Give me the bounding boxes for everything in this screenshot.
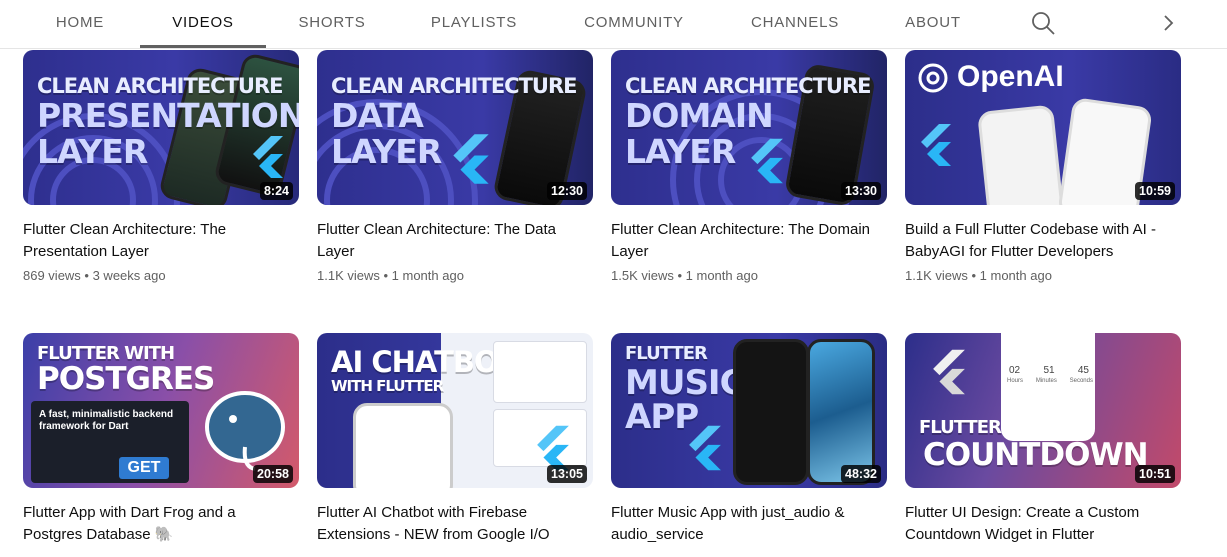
video-title[interactable]: Flutter Clean Architecture: The Presenta… [23,219,285,263]
countdown-values: 02 51 45 [1009,365,1089,376]
video-card[interactable]: FLUTTER WITH POSTGRES A fast, minimalist… [23,333,299,546]
thumb-line: LAYER [625,132,736,171]
video-thumbnail[interactable]: CLEAN ARCHITECTURE PRESENTATION LAYER 8:… [23,50,299,205]
thumb-line: PRESENTATION [37,96,299,135]
upload-age: 1 month ago [685,268,758,283]
thumb-line: DATA [331,96,424,135]
video-card[interactable]: FLUTTER MUSIC APP 48:32 Flutter Music Ap… [611,333,887,546]
get-button: GET [119,457,169,479]
openai-logo-icon [918,63,948,93]
view-count: 1.5K views [611,268,674,283]
phone-mockup [807,339,875,485]
upload-age: 1 month ago [979,268,1052,283]
upload-age: 3 weeks ago [92,268,166,283]
thumb-line: CLEAN ARCHITECTURE [37,74,283,98]
tab-shorts[interactable]: SHORTS [286,0,378,46]
thumb-line: FLUTTER [625,343,708,364]
duration-badge: 10:51 [1135,465,1175,483]
video-card[interactable]: 02 51 45 Hours Minutes Seconds FLUTTER C… [905,333,1181,546]
video-card[interactable]: AI CHATBOT WITH FLUTTER 13:05 Flutter AI… [317,333,593,546]
video-card[interactable]: CLEAN ARCHITECTURE DOMAIN LAYER 13:30 Fl… [611,50,887,283]
channel-tab-bar: HOME VIDEOS SHORTS PLAYLISTS COMMUNITY C… [0,0,1227,49]
thumb-line: CLEAN ARCHITECTURE [625,74,871,98]
thumb-line: WITH FLUTTER [331,377,444,395]
postgres-elephant-icon [205,391,285,471]
video-thumbnail[interactable]: CLEAN ARCHITECTURE DOMAIN LAYER 13:30 [611,50,887,205]
flutter-logo-icon [689,425,721,471]
tab-community[interactable]: COMMUNITY [572,0,696,46]
video-title[interactable]: Flutter App with Dart Frog and a Postgre… [23,502,285,546]
duration-badge: 20:58 [253,465,293,483]
video-thumbnail[interactable]: 02 51 45 Hours Minutes Seconds FLUTTER C… [905,333,1181,488]
video-thumbnail[interactable]: OpenAI 10:59 [905,50,1181,205]
countdown-seconds: 45 [1077,365,1089,376]
phone-mockup [977,104,1065,205]
countdown-unit: Hours [1007,378,1024,384]
phone-mockup [353,403,453,488]
thumb-line: LAYER [331,132,442,171]
video-title[interactable]: Flutter Music App with just_audio & audi… [611,502,873,546]
video-meta: 1.1K views • 1 month ago [905,268,1052,283]
thumb-line: POSTGRES [37,361,215,397]
video-thumbnail[interactable]: AI CHATBOT WITH FLUTTER 13:05 [317,333,593,488]
flutter-logo-icon [253,136,283,178]
video-title[interactable]: Flutter Clean Architecture: The Domain L… [611,219,873,263]
video-thumbnail[interactable]: FLUTTER WITH POSTGRES A fast, minimalist… [23,333,299,488]
extension-card [493,341,587,403]
countdown-phone [1001,333,1095,441]
flutter-logo-icon [751,138,783,184]
duration-badge: 13:30 [841,182,881,200]
video-thumbnail[interactable]: FLUTTER MUSIC APP 48:32 [611,333,887,488]
countdown-units: Hours Minutes Seconds [1007,378,1093,384]
upload-age: 1 month ago [391,268,464,283]
video-card[interactable]: OpenAI 10:59 Build a Full Flutter Codeba… [905,50,1181,283]
duration-badge: 8:24 [259,182,293,200]
video-title[interactable]: Flutter AI Chatbot with Firebase Extensi… [317,502,579,546]
duration-badge: 48:32 [841,465,881,483]
video-title[interactable]: Flutter Clean Architecture: The Data Lay… [317,219,579,263]
tab-home[interactable]: HOME [40,0,120,46]
video-meta: 869 views • 3 weeks ago [23,268,166,283]
video-card[interactable]: CLEAN ARCHITECTURE DATA LAYER 12:30 Flut… [317,50,593,283]
video-meta: 1.5K views • 1 month ago [611,268,758,283]
video-title[interactable]: Flutter UI Design: Create a Custom Count… [905,502,1167,546]
tab-videos[interactable]: VIDEOS [140,0,266,48]
view-count: 1.1K views [905,268,968,283]
flutter-logo-icon [453,134,489,184]
thumb-line: OpenAI [957,60,1064,93]
video-title[interactable]: Build a Full Flutter Codebase with AI - … [905,219,1167,263]
thumb-line: CLEAN ARCHITECTURE [331,74,577,98]
duration-badge: 10:59 [1135,182,1175,200]
video-thumbnail[interactable]: CLEAN ARCHITECTURE DATA LAYER 12:30 [317,50,593,205]
tab-channels[interactable]: CHANNELS [738,0,852,46]
duration-badge: 13:05 [547,465,587,483]
tab-about[interactable]: ABOUT [892,0,974,46]
thumb-line: LAYER [37,132,148,171]
thumb-line: DOMAIN [625,96,774,135]
countdown-hours: 02 [1009,365,1021,376]
thumb-tagline: A fast, minimalistic backend framework f… [39,409,174,432]
chevron-right-icon[interactable] [1158,11,1180,35]
video-meta: 1.1K views • 1 month ago [317,268,464,283]
duration-badge: 12:30 [547,182,587,200]
thumb-line: AI CHATBOT [331,345,517,379]
countdown-minutes: 51 [1043,365,1055,376]
flutter-logo-icon [933,349,965,395]
search-icon[interactable] [1030,10,1056,36]
thumb-line: COUNTDOWN [923,437,1149,473]
countdown-unit: Minutes [1035,378,1057,384]
flutter-logo-icon [921,124,951,166]
tab-playlists[interactable]: PLAYLISTS [418,0,530,46]
view-count: 869 views [23,268,81,283]
video-card[interactable]: CLEAN ARCHITECTURE PRESENTATION LAYER 8:… [23,50,299,283]
countdown-unit: Seconds [1069,378,1093,384]
thumb-line: FLUTTER [919,417,1002,438]
phone-mockup [733,339,809,485]
view-count: 1.1K views [317,268,380,283]
